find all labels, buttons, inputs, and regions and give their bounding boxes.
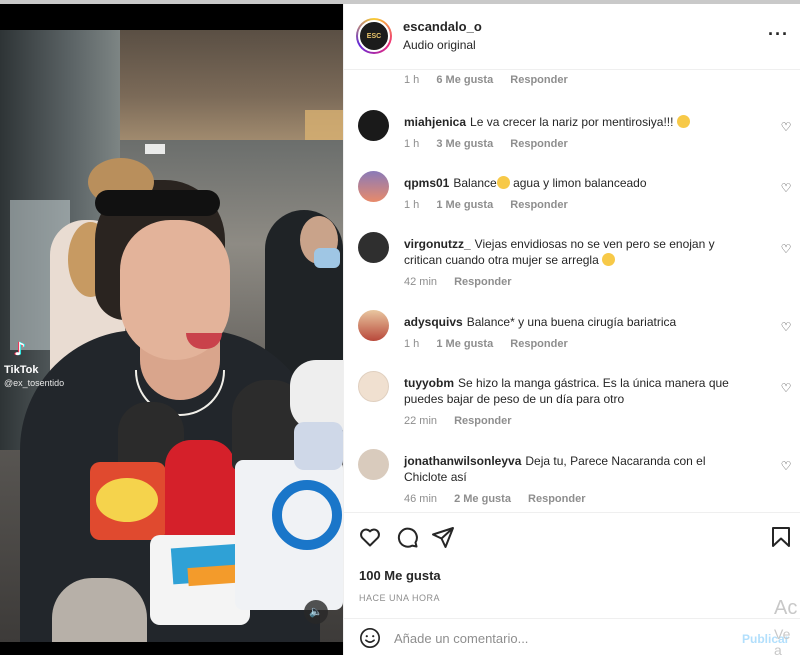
comment-username[interactable]: jonathanwilsonleyva	[404, 454, 521, 468]
scene-sign	[145, 144, 165, 154]
comment-icon[interactable]	[395, 525, 419, 549]
bookmark-icon[interactable]	[769, 525, 793, 549]
comment-text: virgonutzz_ Viejas envidiosas no se ven p…	[404, 236, 749, 268]
comment-meta: 1 h 3 Me gusta Responder	[404, 138, 582, 150]
comment-body-continued: agua y limon balanceado	[513, 176, 647, 190]
comment-time: 46 min	[404, 493, 438, 505]
comment-meta: 46 min 2 Me gusta Responder	[404, 493, 599, 505]
likes-count[interactable]: 100 Me gusta	[359, 568, 441, 583]
comment-likes[interactable]: 6 Me gusta	[436, 74, 493, 86]
more-horizontal-icon[interactable]: ···	[768, 24, 789, 45]
comment-text: jonathanwilsonleyva Deja tu, Parece Nacar…	[404, 453, 749, 485]
scene-light	[305, 110, 343, 140]
heart-icon[interactable]: ♡	[779, 320, 793, 334]
comment-likes[interactable]: 3 Me gusta	[436, 138, 493, 150]
comment-time: 22 min	[404, 415, 438, 427]
post-time: HACE UNA HORA	[359, 593, 441, 603]
comment-text: adysquivs Balance* y una buena cirugía ba…	[404, 314, 749, 330]
post-actions: 100 Me gusta HACE UNA HORA	[344, 512, 800, 618]
heart-icon[interactable]: ♡	[779, 181, 793, 195]
comment-likes[interactable]: 2 Me gusta	[454, 493, 511, 505]
comment-username[interactable]: qpms01	[404, 176, 449, 190]
comment-text: miahjenica Le va crecer la nariz por ment…	[404, 114, 749, 130]
comment-body: Balance* y una buena cirugía bariatrica	[466, 315, 677, 329]
comment-body: Le va crecer la nariz por mentirosiya!!!	[470, 115, 674, 129]
post-username[interactable]: escandalo_o	[403, 19, 482, 34]
post-header: ESC escandalo_o Audio original ···	[344, 4, 800, 70]
heart-icon[interactable]	[358, 525, 382, 549]
comment-likes[interactable]: 1 Me gusta	[436, 199, 493, 211]
comment-time: 1 h	[404, 199, 420, 211]
comment-time: 1 h	[404, 338, 420, 350]
reply-button[interactable]: Responder	[510, 199, 567, 211]
comment-body: Balance	[453, 176, 497, 190]
laughing-emoji-icon	[496, 176, 510, 189]
microphone-1-logo	[96, 478, 158, 522]
microphone-2	[165, 440, 235, 550]
comment-meta: 22 min Responder	[404, 415, 526, 427]
subject-headband	[95, 190, 220, 216]
comment-avatar[interactable]	[358, 371, 389, 402]
microphone-4-flag	[294, 422, 343, 470]
avatar-image: ESC	[358, 20, 390, 52]
speaker-icon[interactable]: 🔈	[304, 600, 328, 624]
comment-meta: 42 min Responder	[404, 276, 526, 288]
comment-avatar[interactable]	[358, 171, 389, 202]
heart-icon[interactable]: ♡	[779, 459, 793, 473]
comment-username[interactable]: adysquivs	[404, 315, 463, 329]
comments-list[interactable]: 1 h 6 Me gusta Responder miahjenica Le va…	[344, 70, 800, 510]
os-activation-watermark: Ac	[774, 597, 798, 619]
comment-time: 1 h	[404, 138, 420, 150]
thinking-emoji-icon	[676, 115, 690, 128]
face-mask	[314, 248, 340, 268]
comment-input[interactable]	[394, 628, 724, 648]
audio-link[interactable]: Audio original	[403, 38, 476, 52]
post-side-panel: ESC escandalo_o Audio original ··· 1 h 6…	[343, 4, 800, 655]
reply-button[interactable]: Responder	[454, 415, 511, 427]
comment-avatar[interactable]	[358, 110, 389, 141]
comment-time: 1 h	[404, 74, 420, 86]
heart-icon[interactable]: ♡	[779, 381, 793, 395]
avatar[interactable]: ESC	[356, 18, 392, 54]
hand-holding-mic	[52, 578, 147, 642]
send-icon[interactable]	[431, 525, 455, 549]
reply-button[interactable]: Responder	[454, 276, 511, 288]
add-comment-bar: Publicar	[344, 618, 800, 655]
comment-text: tuyyobm Se hizo la manga gástrica. Es la …	[404, 375, 749, 407]
comment-meta: 1 h 1 Me gusta Responder	[404, 338, 582, 350]
post-media[interactable]: ♪ TikTok @ex_tosentido 🔈	[0, 4, 343, 655]
tiktok-username: @ex_tosentido	[4, 378, 65, 388]
video-frame[interactable]: ♪ TikTok @ex_tosentido	[0, 30, 343, 642]
comment-username[interactable]: miahjenica	[404, 115, 466, 129]
comment-username[interactable]: virgonutzz_	[404, 237, 471, 251]
comment-username[interactable]: tuyyobm	[404, 376, 454, 390]
heart-icon[interactable]: ♡	[779, 120, 793, 134]
tiktok-watermark: TikTok	[4, 364, 39, 376]
tiktok-icon: ♪	[14, 339, 26, 360]
heart-icon[interactable]: ♡	[779, 242, 793, 256]
microphone-3-logo	[272, 480, 342, 550]
smile-icon[interactable]	[359, 627, 381, 649]
os-activation-watermark-sub: Ve a	[774, 626, 791, 655]
comment-avatar[interactable]	[358, 232, 389, 263]
comment-text: qpms01 Balance agua y limon balanceado	[404, 175, 749, 191]
reply-button[interactable]: Responder	[510, 74, 567, 86]
reply-button[interactable]: Responder	[528, 493, 585, 505]
microphone-4	[290, 360, 343, 430]
comment-meta: 1 h 1 Me gusta Responder	[404, 199, 582, 211]
comment-time: 42 min	[404, 276, 438, 288]
comment-likes[interactable]: 1 Me gusta	[436, 338, 493, 350]
comment-avatar[interactable]	[358, 449, 389, 480]
previous-comment-meta: 1 h 6 Me gusta Responder	[404, 74, 568, 86]
comment-avatar[interactable]	[358, 310, 389, 341]
reply-button[interactable]: Responder	[510, 138, 567, 150]
reply-button[interactable]: Responder	[510, 338, 567, 350]
laughing-emoji-icon	[602, 253, 616, 266]
